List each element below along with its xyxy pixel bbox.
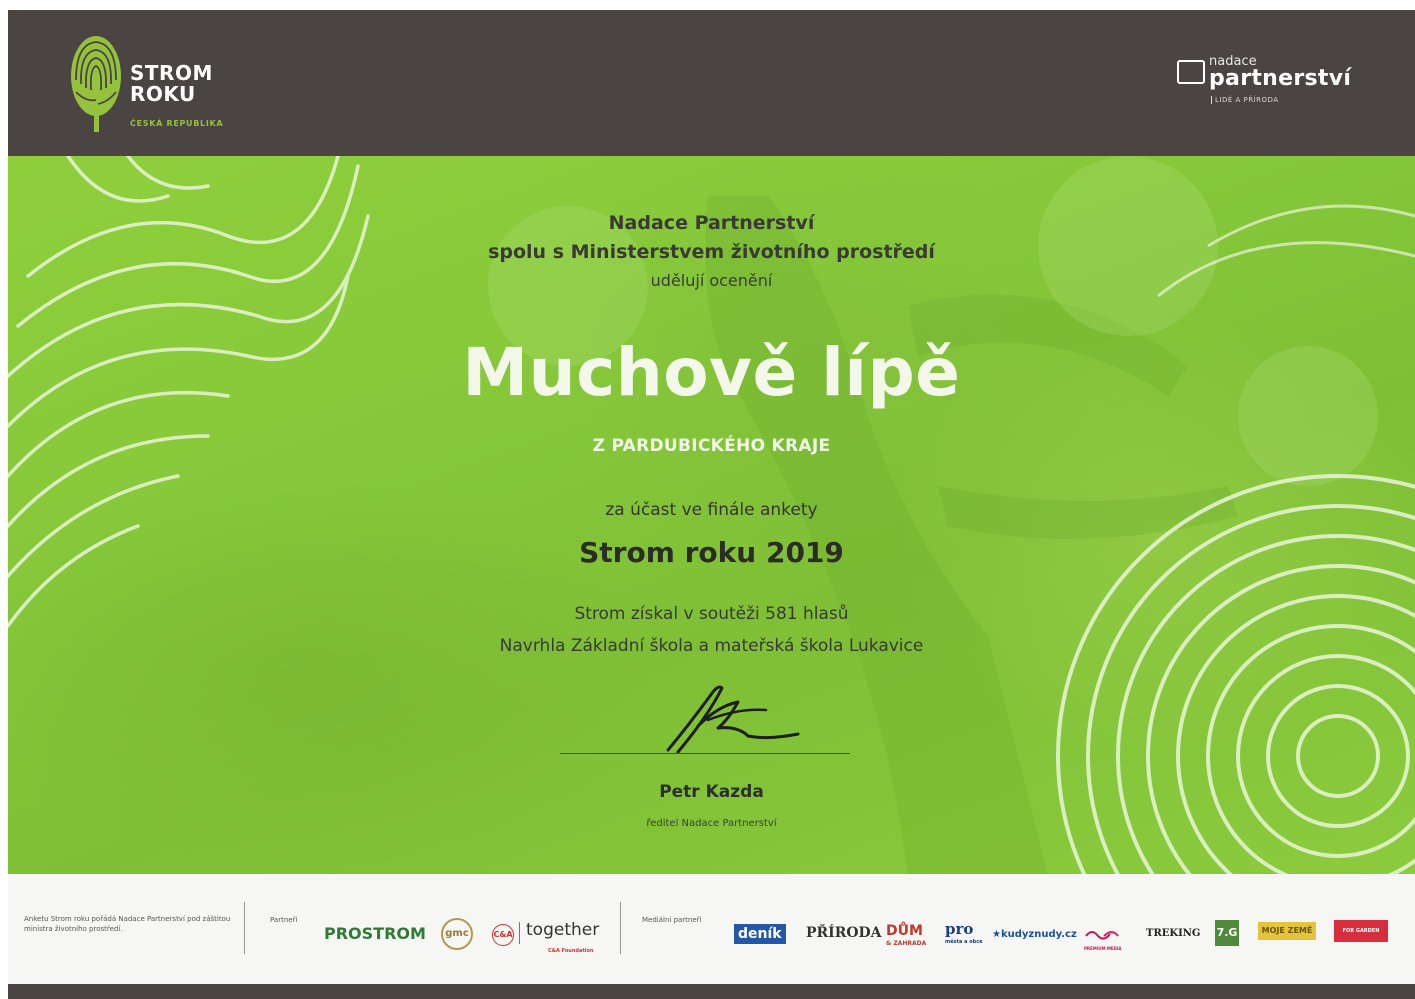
tree-name-title: Muchově lípě (462, 334, 961, 411)
partners-label: Partneři (270, 916, 298, 924)
media-logo-7g: 7.G (1215, 920, 1239, 946)
participation-text: za účast ve finále ankety (605, 500, 818, 520)
media-logo-kudyznudy: ★kudyznudy.cz (992, 929, 1077, 940)
brand-word-roku: ROKU (130, 82, 196, 106)
media-logo-dum: DŮM (886, 923, 923, 939)
certificate-body: Nadace Partnerství spolu s Ministerstvem… (8, 156, 1415, 874)
header-band: STROM ROKU ČESKÁ REPUBLIKA nadace partne… (8, 10, 1415, 156)
footer-divider (244, 902, 245, 954)
tree-fingerprint-icon (71, 36, 121, 132)
signer-name: Petr Kazda (659, 782, 764, 802)
np-tagline: LIDÉ A PŘÍRODA (1211, 96, 1279, 104)
strom-roku-logo: STROM ROKU ČESKÁ REPUBLIKA (66, 30, 266, 142)
region-subtitle: Z PARDUBICKÉHO KRAJE (592, 436, 831, 456)
partner-logo-prostrom: PROSTROM (324, 924, 426, 943)
media-logo-treking: TREKING (1146, 928, 1201, 939)
handwritten-signature (666, 685, 800, 754)
footer-divider (620, 902, 621, 954)
partner-logo-together: together (526, 920, 600, 940)
star-icon: ★ (992, 929, 1001, 940)
partner-logo-ca: C&A (492, 924, 514, 946)
media-logo-denik: deník (734, 924, 786, 944)
nominator-text: Navrhla Základní škola a mateřská škola … (499, 636, 924, 656)
signature-line (560, 753, 850, 754)
media-logo-for-garden: FOR GARDEN (1334, 920, 1388, 942)
contest-title: Strom roku 2019 (579, 536, 844, 569)
media-logo-mesta-obce: města a obce (945, 939, 983, 945)
media-logo-priroda: PŘÍRODA (806, 925, 882, 941)
organizer-note: Anketu Strom roku pořádá Nadace Partners… (24, 915, 231, 933)
media-logo-premium: PREMIUM MEDIA (1084, 926, 1134, 951)
media-label: Mediální partneři (642, 916, 702, 924)
org-line-2: spolu s Ministerstvem životního prostřed… (488, 241, 935, 263)
award-text: udělují ocenění (650, 271, 773, 290)
brand-country: ČESKÁ REPUBLIKA (130, 119, 224, 128)
certificate-sheet: STROM ROKU ČESKÁ REPUBLIKA nadace partne… (8, 10, 1415, 999)
np-word-partnerstvi: partnerství (1209, 66, 1352, 91)
nadace-emblem-icon (1177, 60, 1205, 84)
partners-footer: Anketu Strom roku pořádá Nadace Partners… (8, 874, 1415, 984)
media-logo-moje-zeme: MOJE ZEMĚ (1258, 922, 1316, 940)
media-logo-zahrada: & ZAHRADA (886, 940, 927, 947)
media-logo-kudyznudy-text: kudyznudy.cz (1000, 929, 1077, 940)
ca-divider (519, 922, 520, 944)
wave-icon (1085, 931, 1119, 940)
partner-logo-ca-foundation: C&A Foundation (548, 948, 594, 954)
signer-role: ředitel Nadace Partnerství (646, 818, 777, 829)
media-logo-premium-text: PREMIUM MEDIA (1084, 946, 1122, 951)
bottom-band (8, 984, 1415, 999)
media-logo-pro: pro (945, 920, 974, 938)
brand-word-strom: STROM (130, 61, 213, 85)
nadace-partnerstvi-logo: nadace partnerství LIDÉ A PŘÍRODA (1177, 54, 1351, 116)
org-line-1: Nadace Partnerství (608, 212, 815, 234)
partner-logo-gmc: gmc (441, 918, 473, 950)
votes-text: Strom získal v soutěži 581 hlasů (574, 604, 849, 624)
